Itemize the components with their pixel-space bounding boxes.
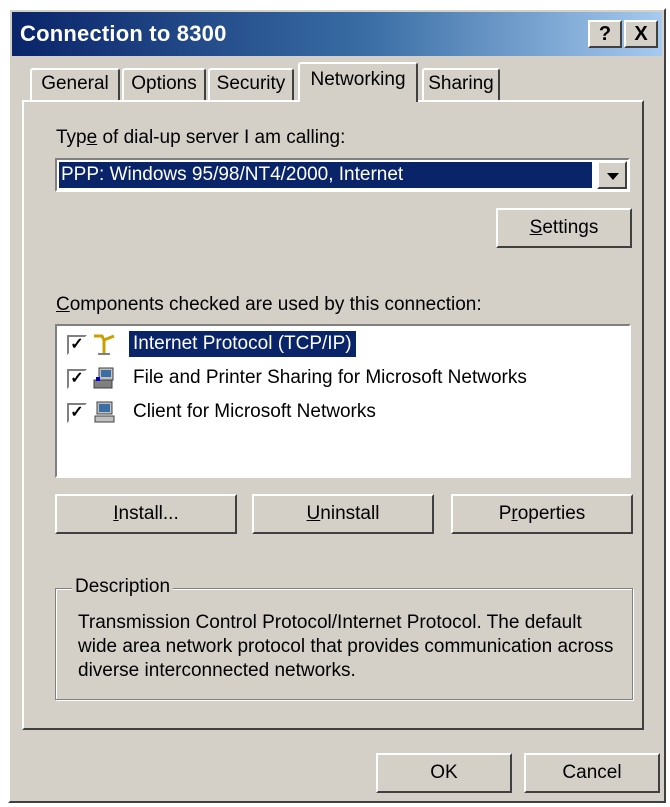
settings-button[interactable]: Settings [496, 208, 632, 248]
tab-sharing[interactable]: Sharing [422, 68, 500, 100]
install-button[interactable]: Install... [55, 494, 237, 534]
list-item[interactable]: ✓ Client for Microsoft Networks [59, 396, 629, 428]
description-text: Transmission Control Protocol/Internet P… [78, 612, 614, 681]
window-title: Connection to 8300 [20, 21, 227, 46]
component-checkbox[interactable]: ✓ [67, 335, 87, 355]
cancel-button[interactable]: Cancel [524, 753, 660, 793]
dropdown-arrow-icon[interactable] [597, 161, 627, 189]
network-protocol-icon [94, 334, 115, 355]
tab-options[interactable]: Options [122, 68, 206, 100]
close-button[interactable]: X [624, 20, 658, 48]
component-checkbox[interactable]: ✓ [67, 369, 87, 389]
components-label: Components checked are used by this conn… [56, 294, 482, 315]
component-label: Internet Protocol (TCP/IP) [129, 331, 356, 357]
ok-button[interactable]: OK [376, 753, 512, 793]
help-icon: ? [598, 23, 612, 45]
close-icon: X [634, 23, 648, 45]
properties-button[interactable]: Properties [451, 494, 633, 534]
component-label: Client for Microsoft Networks [133, 401, 376, 422]
component-checkbox[interactable]: ✓ [67, 403, 87, 423]
component-label: File and Printer Sharing for Microsoft N… [133, 367, 527, 388]
tab-general[interactable]: General [30, 68, 120, 100]
description-group: Description Transmission Control Protoco… [55, 576, 633, 700]
uninstall-button[interactable]: Uninstall [252, 494, 434, 534]
server-type-label: Type of dial-up server I am calling: [56, 127, 346, 148]
help-button[interactable]: ? [588, 20, 622, 48]
title-bar[interactable]: Connection to 8300 ? X [12, 12, 662, 56]
tab-security[interactable]: Security [208, 68, 294, 100]
list-item[interactable]: ✓ Internet Protocol (TCP/IP) [59, 328, 629, 360]
description-title: Description [72, 576, 174, 598]
components-list[interactable]: ✓ Internet Protocol (TCP/IP) ✓ File and … [55, 324, 631, 478]
network-client-icon [94, 401, 115, 423]
file-printer-sharing-icon [93, 367, 114, 389]
server-type-select[interactable]: PPP: Windows 95/98/NT4/2000, Internet [55, 158, 630, 192]
list-item[interactable]: ✓ File and Printer Sharing for Microsoft… [59, 362, 629, 394]
tab-networking[interactable]: Networking [298, 62, 418, 102]
server-type-value: PPP: Windows 95/98/NT4/2000, Internet [59, 162, 592, 188]
